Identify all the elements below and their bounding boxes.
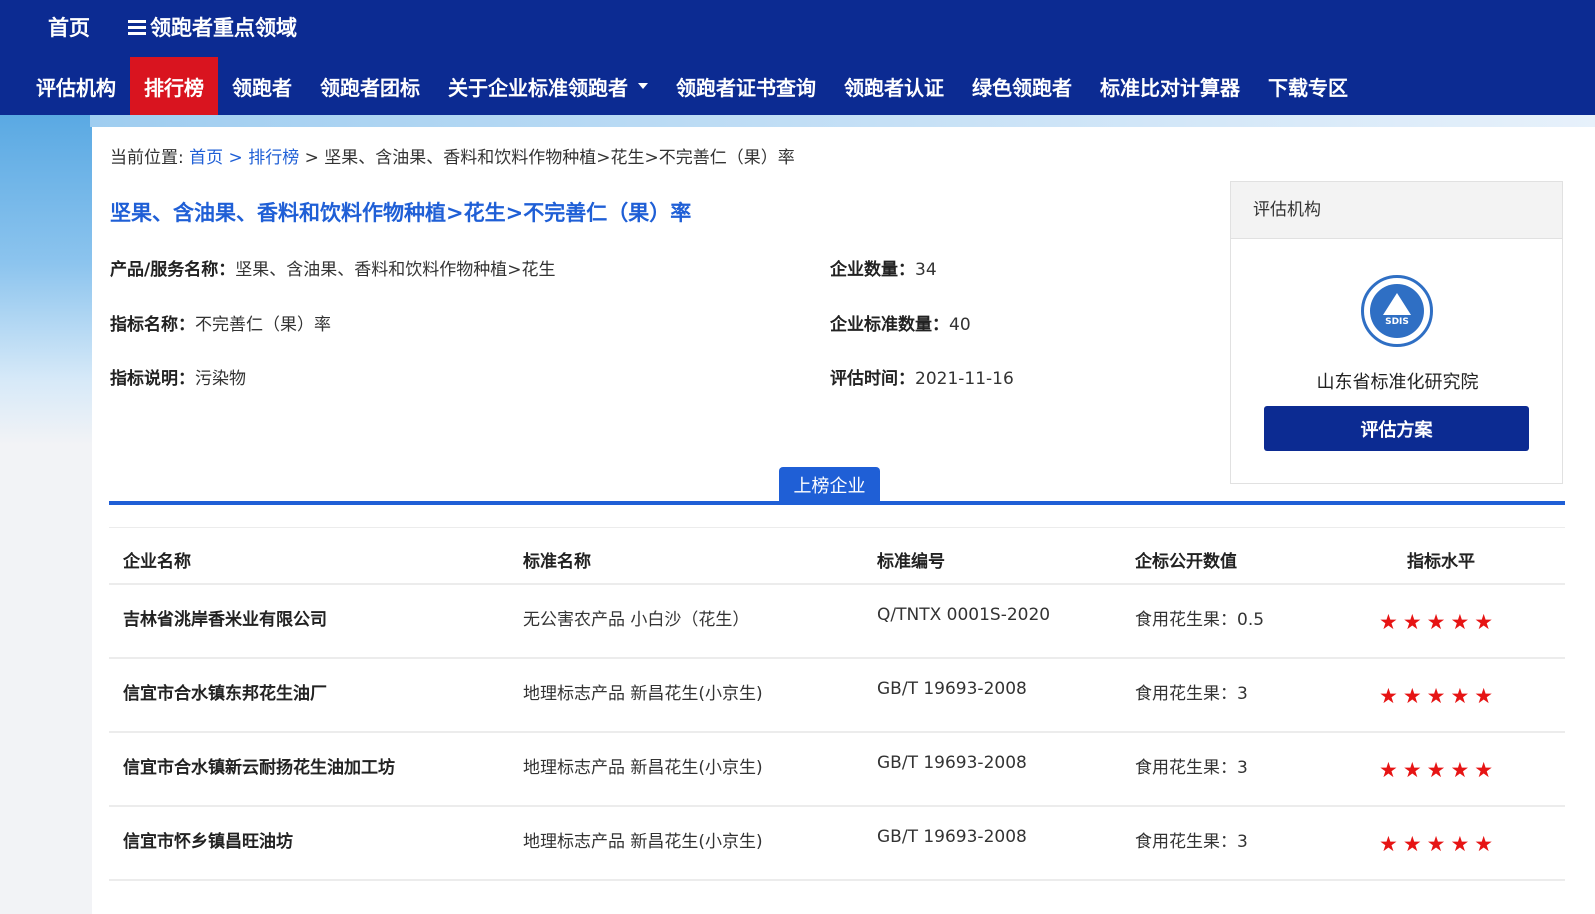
- standard-code: GB/T 19693-2008: [877, 827, 1027, 847]
- standard-name: 无公害农产品 小白沙（花生）: [523, 610, 750, 630]
- nav-label: 下载专区: [1268, 75, 1348, 100]
- nav-item-ranking[interactable]: 排行榜: [130, 57, 218, 115]
- background-decoration: [90, 115, 1595, 127]
- standard-name: 地理标志产品 新昌花生(小京生): [523, 758, 763, 778]
- public-value: 食用花生果：3: [1135, 758, 1248, 778]
- standard-count-info: 企业标准数量：40: [830, 310, 971, 335]
- nav-label: 绿色领跑者: [972, 75, 1072, 100]
- evaluation-plan-button[interactable]: 评估方案: [1264, 406, 1529, 451]
- page-title: 坚果、含油果、香料和饮料作物种植>花生>不完善仁（果）率: [110, 201, 692, 225]
- public-value: 食用花生果：3: [1135, 684, 1248, 704]
- ranking-table: 企业名称 标准名称 标准编号 企标公开数值 指标水平 吉林省洮岸香米业有限公司 …: [109, 527, 1565, 881]
- caret-down-icon: [638, 83, 648, 89]
- table-header: 企业名称 标准名称 标准编号 企标公开数值 指标水平: [109, 527, 1565, 585]
- star-rating-icon: ★★★★★: [1379, 684, 1499, 708]
- header-company: 企业名称: [123, 552, 191, 572]
- nav-label: 评估机构: [36, 75, 116, 100]
- standard-code: GB/T 19693-2008: [877, 679, 1027, 699]
- table-row[interactable]: 信宜市合水镇东邦花生油厂 地理标志产品 新昌花生(小京生) GB/T 19693…: [109, 659, 1565, 733]
- breadcrumb-ranking-link[interactable]: 排行榜: [248, 148, 299, 168]
- nav-item-green-leaders[interactable]: 绿色领跑者: [958, 57, 1086, 115]
- breadcrumb-prefix: 当前位置:: [110, 148, 190, 168]
- star-rating-icon: ★★★★★: [1379, 610, 1499, 634]
- description-value: 污染物: [195, 369, 246, 389]
- company-name[interactable]: 信宜市合水镇新云耐扬花生油加工坊: [123, 753, 395, 778]
- nav-label: 关于企业标准领跑者: [448, 75, 628, 100]
- nav-label: 排行榜: [144, 75, 204, 100]
- indicator-value: 不完善仁（果）率: [195, 315, 331, 335]
- home-link[interactable]: 首页: [48, 12, 90, 42]
- company-name[interactable]: 信宜市怀乡镇昌旺油坊: [123, 827, 293, 852]
- star-rating-icon: ★★★★★: [1379, 832, 1499, 856]
- table-row[interactable]: 吉林省洮岸香米业有限公司 无公害农产品 小白沙（花生） Q/TNTX 0001S…: [109, 585, 1565, 659]
- tab-underline: [109, 501, 1565, 505]
- company-name[interactable]: 信宜市合水镇东邦花生油厂: [123, 679, 327, 704]
- nav-label: 领跑者: [232, 75, 292, 100]
- evaluation-time-info: 评估时间：2021-11-16: [830, 364, 1014, 389]
- nav-label: 标准比对计算器: [1100, 75, 1240, 100]
- evaluation-time-label: 评估时间：: [830, 369, 915, 389]
- indicator-info: 指标名称：不完善仁（果）率: [110, 310, 331, 335]
- evaluation-time-value: 2021-11-16: [915, 369, 1014, 389]
- description-info: 指标说明：污染物: [110, 364, 246, 389]
- agency-logo: SDIS: [1361, 275, 1433, 347]
- top-bar: 首页 领跑者重点领域 评估机构 排行榜 领跑者 领跑者团标 关于企业标准领跑者 …: [0, 0, 1595, 115]
- product-label: 产品/服务名称：: [110, 260, 236, 280]
- nav-item-group-standards[interactable]: 领跑者团标: [306, 57, 434, 115]
- breadcrumb: 当前位置: 首页 > 排行榜 > 坚果、含油果、香料和饮料作物种植>花生>不完善…: [110, 143, 795, 168]
- standard-count-label: 企业标准数量：: [830, 315, 949, 335]
- product-info: 产品/服务名称：坚果、含油果、香料和饮料作物种植>花生: [110, 255, 555, 280]
- main-nav: 评估机构 排行榜 领跑者 领跑者团标 关于企业标准领跑者 领跑者证书查询 领跑者…: [22, 57, 1362, 115]
- nav-item-leaders[interactable]: 领跑者: [218, 57, 306, 115]
- nav-label: 领跑者团标: [320, 75, 420, 100]
- standard-name: 地理标志产品 新昌花生(小京生): [523, 832, 763, 852]
- header-standard-code: 标准编号: [877, 552, 945, 572]
- company-name[interactable]: 吉林省洮岸香米业有限公司: [123, 605, 327, 630]
- breadcrumb-current: > 坚果、含油果、香料和饮料作物种植>花生>不完善仁（果）率: [299, 148, 795, 168]
- nav-item-evaluation-agency[interactable]: 评估机构: [22, 57, 130, 115]
- standard-code: GB/T 19693-2008: [877, 753, 1027, 773]
- standard-count-value: 40: [949, 315, 971, 335]
- nav-label: 领跑者认证: [844, 75, 944, 100]
- company-count-label: 企业数量：: [830, 260, 915, 280]
- description-label: 指标说明：: [110, 369, 195, 389]
- indicator-label: 指标名称：: [110, 315, 195, 335]
- star-rating-icon: ★★★★★: [1379, 758, 1499, 782]
- logo-text: SDIS: [1385, 317, 1409, 327]
- table-row[interactable]: 信宜市合水镇新云耐扬花生油加工坊 地理标志产品 新昌花生(小京生) GB/T 1…: [109, 733, 1565, 807]
- background-decoration: [0, 115, 100, 445]
- nav-label: 领跑者证书查询: [676, 75, 816, 100]
- product-value: 坚果、含油果、香料和饮料作物种植>花生: [235, 260, 556, 280]
- nav-item-about[interactable]: 关于企业标准领跑者: [434, 57, 662, 115]
- breadcrumb-sep: >: [223, 148, 249, 168]
- company-count-info: 企业数量：34: [830, 255, 937, 280]
- menu-icon: [128, 19, 146, 35]
- standard-code: Q/TNTX 0001S-2020: [877, 605, 1051, 625]
- agency-card-header: 评估机构: [1231, 182, 1562, 239]
- company-count-value: 34: [915, 260, 937, 280]
- agency-name: 山东省标准化研究院: [1316, 372, 1479, 393]
- key-domains-menu[interactable]: 领跑者重点领域: [128, 12, 297, 42]
- breadcrumb-home-link[interactable]: 首页: [189, 148, 223, 168]
- public-value: 食用花生果：0.5: [1135, 610, 1265, 630]
- nav-item-certificate-query[interactable]: 领跑者证书查询: [662, 57, 830, 115]
- nav-item-downloads[interactable]: 下载专区: [1254, 57, 1362, 115]
- table-row[interactable]: 信宜市怀乡镇昌旺油坊 地理标志产品 新昌花生(小京生) GB/T 19693-2…: [109, 807, 1565, 881]
- nav-item-certification[interactable]: 领跑者认证: [830, 57, 958, 115]
- tab-listed-companies[interactable]: 上榜企业: [779, 467, 880, 503]
- header-level: 指标水平: [1407, 552, 1475, 572]
- public-value: 食用花生果：3: [1135, 832, 1248, 852]
- standard-name: 地理标志产品 新昌花生(小京生): [523, 684, 763, 704]
- content-panel: 当前位置: 首页 > 排行榜 > 坚果、含油果、香料和饮料作物种植>花生>不完善…: [92, 127, 1595, 914]
- nav-item-calculator[interactable]: 标准比对计算器: [1086, 57, 1254, 115]
- header-standard-name: 标准名称: [523, 552, 591, 572]
- header-public-value: 企标公开数值: [1135, 552, 1237, 572]
- agency-card: 评估机构 SDIS 山东省标准化研究院 评估方案: [1230, 181, 1563, 484]
- key-domains-label: 领跑者重点领域: [150, 16, 297, 40]
